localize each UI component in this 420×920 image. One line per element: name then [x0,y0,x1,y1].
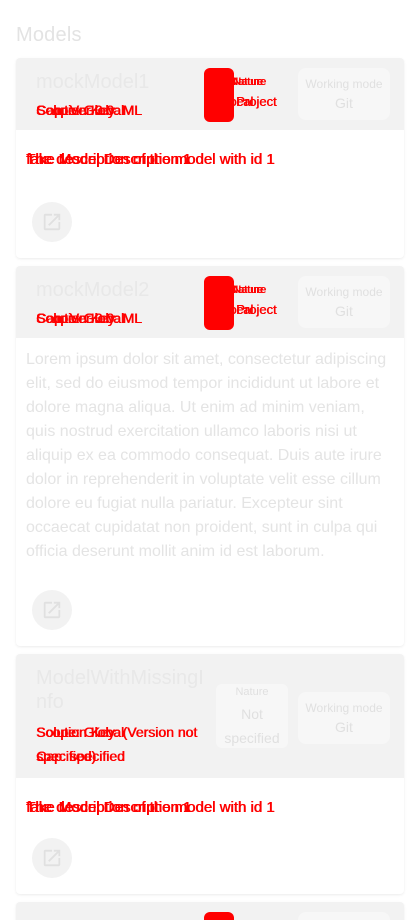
model-title: ModelWithMissingInfo [36,667,204,713]
card-header: mockModel2 Solution Key: ML Scope: Globa… [16,266,404,338]
model-title: mockModel2 [36,279,150,301]
nature-value: Project Local [222,302,282,318]
subtitle-layer: Cap: specified [36,748,125,764]
nature-box: Nature Nature Project Local [222,280,282,324]
model-card[interactable]: ModelWithMissingInfo Solution Key: (Vers… [16,654,404,894]
description-layer: fake Model Description 1 [26,799,192,816]
working-mode-value: Git [335,719,353,735]
open-model-button[interactable] [32,202,72,242]
working-mode-box: Working mode Git [298,68,390,120]
nature-value-text: Local [222,94,254,109]
model-description: Lorem ipsum dolor sit amet, consectetur … [26,351,387,560]
nature-label-text: Nature [233,284,267,296]
card-header: ModelWithMissingInfo Solution Key: (Vers… [16,654,404,778]
subtitle-layer: Cap: Ver 3.0 [36,310,114,326]
model-card[interactable]: mockModel2 Solution Key: ML Scope: Globa… [16,266,404,646]
open-model-button[interactable] [32,838,72,878]
working-mode-label: Working mode [305,285,383,299]
model-description: The description of the model with id 1 f… [26,151,394,176]
card-body: Lorem ipsum dolor sit amet, consectetur … [16,338,404,564]
page-title: Models [16,24,82,46]
nature-value-text: Local [222,302,254,317]
working-mode-label: Working mode [305,701,383,715]
card-body: The description of the model with id 1 f… [16,130,404,176]
card-body: The description of the model with id 1 f… [16,778,404,824]
nature-label-text: Nature [233,76,267,88]
model-card[interactable] [16,902,404,920]
nature-label: Nature [235,686,269,698]
working-mode-value: Git [335,95,353,111]
nature-value: Not specified [224,706,280,746]
subtitle-layer: Scope: Global [36,724,124,740]
model-title: mockModel1 [36,71,150,93]
working-mode-box: Working mode Git [298,692,390,744]
models-page: Models mockModel1 Solution Key: ML Scope… [0,0,420,920]
model-card[interactable]: mockModel1 Solution Key: ML Scope: Globa… [16,58,404,258]
working-mode-value: Git [335,303,353,319]
nature-label: Nature Nature [222,76,282,90]
model-description: The description of the model with id 1 f… [26,799,394,824]
open-in-new-icon [43,849,61,867]
working-mode-label: Working mode [305,77,383,91]
open-model-button[interactable] [32,590,72,630]
nature-box: Nature Not specified [216,684,288,748]
nature-box: Nature Nature Project Local [222,72,282,116]
working-mode-box [298,912,390,920]
card-header [16,902,404,920]
subtitle-layer: Cap: Ver 3.0 [36,102,114,118]
open-in-new-icon [43,213,61,231]
card-header: mockModel1 Solution Key: ML Scope: Globa… [16,58,404,130]
description-layer: fake Model Description 1 [26,151,192,168]
nature-value: Project Local [222,94,282,110]
nature-label: Nature Nature [222,284,282,298]
open-in-new-icon [43,601,61,619]
working-mode-box: Working mode Git [298,276,390,328]
status-tab [204,912,234,920]
